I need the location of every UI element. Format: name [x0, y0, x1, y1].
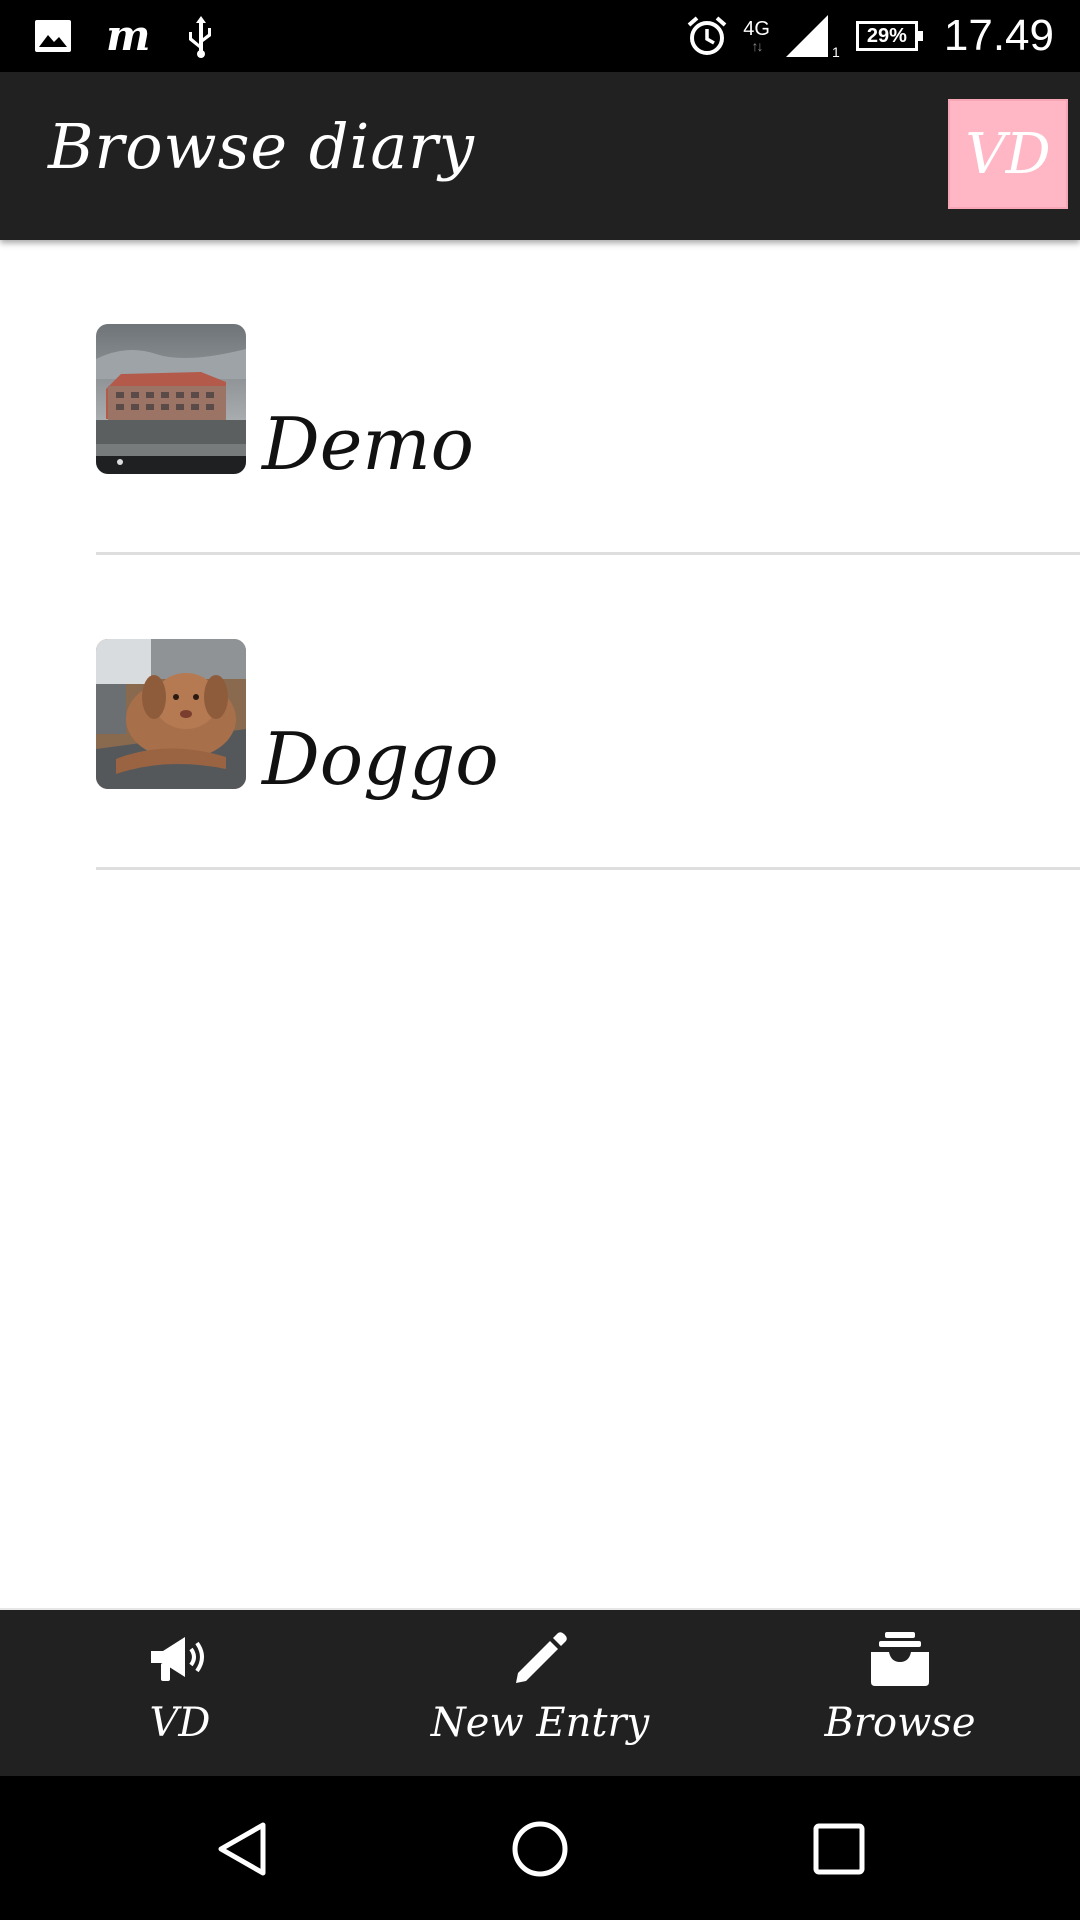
m-app-icon: m — [106, 11, 151, 60]
diary-entry-list: Demo Doggo — [96, 240, 1080, 870]
battery-icon: 29% — [855, 21, 923, 51]
pencil-icon — [510, 1626, 570, 1692]
network-arrows-icon: ↑↓ — [751, 38, 764, 54]
app-bar: Browse diary VD — [0, 72, 1080, 240]
nav-label: New Entry — [430, 1700, 650, 1746]
system-navigation-bar — [0, 1776, 1080, 1920]
list-item[interactable]: Doggo — [96, 555, 1080, 870]
entry-title: Doggo — [262, 717, 499, 801]
battery-level: 29% — [866, 24, 907, 47]
app-logo-text: VD — [965, 121, 1051, 187]
entry-title: Demo — [262, 402, 474, 486]
entry-thumbnail-building — [96, 324, 246, 474]
inbox-tray-icon — [869, 1626, 931, 1692]
home-icon[interactable] — [509, 1818, 571, 1880]
nav-item-new-entry[interactable]: New Entry — [360, 1610, 720, 1776]
app-logo[interactable]: VD — [948, 99, 1068, 209]
nav-item-vd[interactable]: VD — [0, 1610, 360, 1776]
back-icon[interactable] — [210, 1818, 272, 1880]
nav-label: VD — [149, 1700, 211, 1746]
page-title: Browse diary — [48, 110, 475, 183]
nav-item-browse[interactable]: Browse — [720, 1610, 1080, 1776]
signal-icon: 1 — [784, 13, 842, 59]
recents-icon[interactable] — [808, 1818, 870, 1880]
list-item[interactable]: Demo — [96, 240, 1080, 555]
network-type: 4G ↑↓ — [743, 19, 770, 53]
network-type-label: 4G — [743, 18, 770, 40]
usb-icon — [184, 14, 218, 58]
entry-thumbnail-dog — [96, 639, 246, 789]
status-bar: m 4G ↑↓ 1 29% 17.49 — [0, 0, 1080, 72]
gallery-icon — [34, 19, 72, 53]
clock: 17.49 — [943, 11, 1054, 60]
bottom-navigation: VD New Entry Browse — [0, 1608, 1080, 1776]
signal-sim-label: 1 — [832, 44, 840, 59]
alarm-icon — [685, 14, 729, 58]
megaphone-icon — [147, 1626, 213, 1692]
nav-label: Browse — [824, 1700, 976, 1746]
